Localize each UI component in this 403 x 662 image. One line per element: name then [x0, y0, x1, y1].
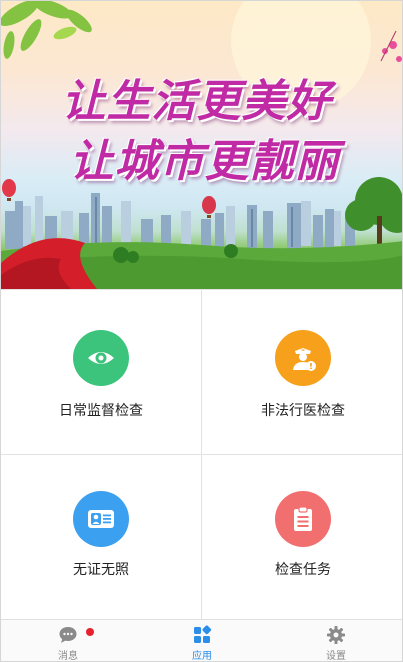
app-daily-inspection[interactable]: 日常监督检查: [1, 290, 202, 455]
clipboard-icon: [275, 491, 331, 547]
app-screen: 让生活更美好 让城市更靓丽 日常监督检查 非法行医检查 无证无照 检查任务 消息…: [0, 0, 403, 662]
tab-label: 设置: [326, 651, 346, 662]
app-label: 非法行医检查: [261, 403, 345, 419]
tab-label: 消息: [58, 651, 78, 662]
bottom-tab-bar: 消息 应用 设置: [1, 619, 402, 662]
tab-label: 应用: [192, 651, 212, 662]
app-label: 无证无照: [73, 562, 129, 578]
app-inspection-tasks[interactable]: 检查任务: [202, 455, 402, 620]
app-illegal-practice-inspection[interactable]: 非法行医检查: [202, 290, 402, 455]
doctor-alert-icon: [275, 330, 331, 386]
app-unlicensed[interactable]: 无证无照: [1, 455, 202, 620]
eye-icon: [73, 330, 129, 386]
tab-apps[interactable]: 应用: [135, 620, 269, 662]
tab-messages[interactable]: 消息: [1, 620, 135, 662]
banner-slogan-line2: 让城市更靓丽: [69, 136, 340, 187]
app-label: 检查任务: [275, 562, 331, 578]
hero-banner: 让生活更美好 让城市更靓丽: [1, 1, 402, 289]
id-card-icon: [73, 491, 129, 547]
tab-settings[interactable]: 设置: [269, 620, 402, 662]
apps-grid-icon: [194, 625, 212, 643]
app-label: 日常监督检查: [59, 403, 143, 419]
unread-badge: [86, 628, 94, 636]
gear-icon: [327, 626, 345, 644]
app-grid: 日常监督检查 非法行医检查 无证无照 检查任务: [1, 289, 402, 620]
chat-icon: [59, 627, 77, 643]
banner-slogan-line1: 让生活更美好: [61, 76, 332, 127]
